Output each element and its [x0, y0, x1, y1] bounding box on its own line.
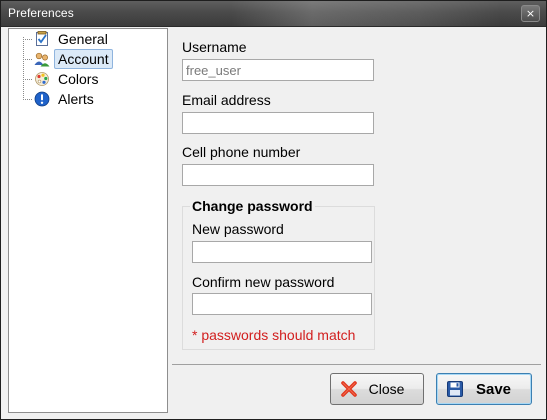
- password-match-warning: * passwords should match: [192, 327, 356, 343]
- confirm-password-label: Confirm new password: [192, 274, 335, 290]
- floppy-disk-icon: [446, 380, 464, 398]
- username-field[interactable]: [182, 59, 374, 81]
- red-x-icon: [340, 380, 358, 398]
- palette-icon: [34, 71, 50, 87]
- window-title: Preferences: [8, 6, 74, 20]
- tree-item-general[interactable]: General: [23, 29, 112, 49]
- change-password-title: Change password: [190, 198, 315, 214]
- tree-branch-line: [23, 78, 32, 80]
- alert-info-icon: [34, 91, 50, 107]
- new-password-field[interactable]: [192, 241, 372, 263]
- change-password-group: Change password New password Confirm new…: [182, 198, 375, 350]
- tree-branch-line: [23, 38, 32, 40]
- tree-item-alerts[interactable]: Alerts: [23, 89, 98, 109]
- users-icon: [34, 51, 50, 67]
- tree-item-label: Alerts: [58, 91, 94, 107]
- confirm-password-field[interactable]: [192, 293, 372, 315]
- new-password-label: New password: [192, 221, 284, 237]
- window-close-button[interactable]: ×: [521, 5, 540, 22]
- email-field[interactable]: [182, 112, 374, 134]
- close-button[interactable]: Close: [330, 373, 424, 405]
- preferences-tree: General Account Colors Alerts: [8, 28, 168, 413]
- tree-item-account[interactable]: Account: [23, 49, 113, 69]
- window-content: General Account Colors Alerts Username f…: [6, 28, 541, 413]
- title-bar[interactable]: Preferences ×: [1, 1, 546, 27]
- save-button-label: Save: [475, 380, 512, 398]
- tree-branch-line: [23, 98, 32, 100]
- tree-branch-line: [23, 58, 32, 60]
- close-icon: ×: [525, 7, 536, 20]
- tree-item-label: Account: [54, 49, 113, 69]
- checklist-icon: [34, 31, 50, 47]
- email-label: Email address: [182, 92, 271, 108]
- button-bar: Close Save: [172, 364, 541, 414]
- tree-item-colors[interactable]: Colors: [23, 69, 102, 89]
- account-settings-panel: Username Email address Cell phone number…: [172, 28, 540, 361]
- phone-field[interactable]: [182, 164, 374, 186]
- preferences-window: Preferences × General Account Colors Ale…: [0, 0, 547, 420]
- title-bar-sheen: [231, 1, 501, 26]
- close-button-label: Close: [368, 381, 405, 397]
- phone-label: Cell phone number: [182, 144, 301, 160]
- username-label: Username: [182, 39, 247, 55]
- tree-item-label: General: [58, 31, 108, 47]
- save-button[interactable]: Save: [436, 373, 532, 405]
- tree-item-label: Colors: [58, 71, 99, 87]
